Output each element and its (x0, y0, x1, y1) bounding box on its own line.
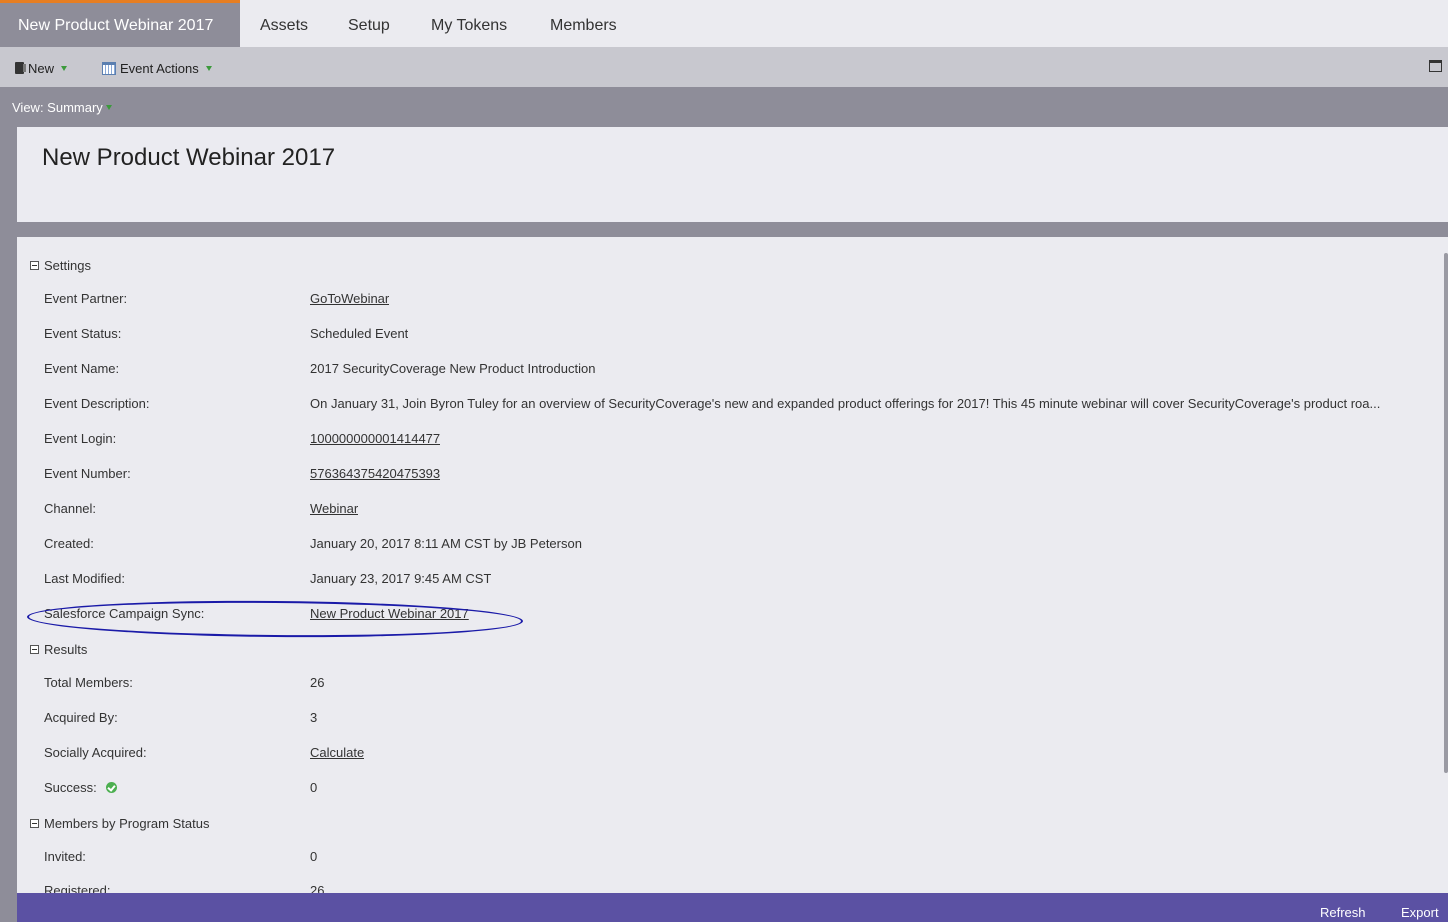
field-label: Event Number: (44, 466, 131, 481)
field-value: 0 (310, 780, 318, 795)
tab-assets[interactable]: Assets (260, 0, 308, 47)
field-value: 3 (310, 710, 318, 725)
row-event-name: Event Name: 2017 SecurityCoverage New Pr… (44, 361, 1434, 381)
page-title: New Product Webinar 2017 (42, 144, 336, 171)
field-value: 26 (310, 883, 325, 893)
refresh-button[interactable]: Refresh (1320, 905, 1366, 920)
toolbar: New Event Actions (0, 47, 1448, 87)
section-settings-label: Settings (44, 258, 91, 273)
tab-program-summary[interactable]: New Product Webinar 2017 (0, 0, 240, 47)
field-label: Event Login: (44, 431, 117, 446)
field-label: Success: (44, 780, 117, 795)
check-circle-icon (105, 782, 117, 793)
view-selector[interactable]: View: Summary (12, 100, 112, 115)
row-success: Success: 0 (44, 780, 1434, 800)
row-event-partner: Event Partner: GoToWebinar (44, 291, 1434, 311)
row-created: Created: January 20, 2017 8:11 AM CST by… (44, 536, 1434, 556)
field-value: Scheduled Event (310, 326, 409, 341)
program-header: New Product Webinar 2017 (17, 127, 1448, 222)
field-label: Event Name: (44, 361, 120, 376)
field-value: 0 (310, 849, 318, 864)
field-label: Salesforce Campaign Sync: (44, 606, 205, 621)
field-value: January 23, 2017 9:45 AM CST (310, 571, 492, 586)
field-label: Channel: (44, 501, 97, 516)
program-tab-bar: New Product Webinar 2017 Assets Setup My… (0, 0, 1448, 47)
field-value: On January 31, Join Byron Tuley for an o… (310, 396, 1381, 411)
field-value: 2017 SecurityCoverage New Product Introd… (310, 361, 596, 376)
collapse-icon[interactable] (30, 819, 39, 828)
chevron-down-icon (105, 105, 112, 110)
row-invited: Invited: 0 (44, 849, 1434, 869)
row-socially-acquired: Socially Acquired: Calculate (44, 745, 1434, 765)
tab-members[interactable]: Members (550, 0, 617, 47)
field-label: Registered: (44, 883, 111, 893)
collapse-icon[interactable] (30, 645, 39, 654)
row-event-description: Event Description: On January 31, Join B… (44, 396, 1434, 416)
row-last-modified: Last Modified: January 23, 2017 9:45 AM … (44, 571, 1434, 591)
program-summary-panel: Settings Event Partner: GoToWebinar Even… (17, 237, 1448, 893)
row-registered: Registered: 26 (44, 883, 1434, 893)
calculate-link[interactable]: Calculate (310, 745, 364, 760)
event-actions-label: Event Actions (120, 60, 199, 76)
event-login-link[interactable]: 100000000001414477 (310, 431, 440, 446)
row-event-login: Event Login: 100000000001414477 (44, 431, 1434, 451)
collapse-icon[interactable] (30, 261, 39, 270)
field-label: Total Members: (44, 675, 133, 690)
salesforce-campaign-link[interactable]: New Product Webinar 2017 (310, 606, 469, 621)
tab-setup[interactable]: Setup (348, 0, 390, 47)
section-results-label: Results (44, 642, 88, 657)
row-channel: Channel: Webinar (44, 501, 1434, 521)
event-number-link[interactable]: 576364375420475393 (310, 466, 440, 481)
section-members-by-status-label: Members by Program Status (44, 816, 210, 831)
field-value: January 20, 2017 8:11 AM CST by JB Peter… (310, 536, 582, 551)
field-label: Event Description: (44, 396, 150, 411)
chevron-down-icon (205, 65, 212, 71)
event-actions-button[interactable]: Event Actions (102, 59, 212, 77)
event-partner-link[interactable]: GoToWebinar (310, 291, 389, 306)
tab-my-tokens[interactable]: My Tokens (431, 0, 507, 47)
chevron-down-icon (61, 65, 68, 71)
section-results[interactable]: Results (30, 642, 87, 657)
row-acquired-by: Acquired By: 3 (44, 710, 1434, 730)
field-label: Created: (44, 536, 94, 551)
new-icon (15, 62, 26, 74)
field-label: Event Status: (44, 326, 122, 341)
success-label: Success: (44, 780, 97, 795)
field-label: Event Partner: (44, 291, 128, 306)
new-button[interactable]: New (15, 59, 68, 77)
field-label: Last Modified: (44, 571, 125, 586)
row-salesforce-campaign-sync: Salesforce Campaign Sync: New Product We… (44, 606, 1434, 626)
footer-bar: Refresh Export (17, 893, 1448, 922)
channel-link[interactable]: Webinar (310, 501, 358, 516)
row-event-status: Event Status: Scheduled Event (44, 326, 1434, 346)
calendar-icon (102, 61, 116, 75)
field-label: Invited: (44, 849, 86, 864)
view-selector-label: View: Summary (12, 100, 103, 115)
section-settings[interactable]: Settings (30, 258, 91, 273)
maximize-icon[interactable] (1429, 60, 1442, 72)
export-button[interactable]: Export (1401, 905, 1439, 920)
row-event-number: Event Number: 576364375420475393 (44, 466, 1434, 486)
vertical-scrollbar[interactable] (1444, 253, 1448, 773)
view-bar: View: Summary (0, 87, 1448, 127)
new-button-label: New (28, 60, 55, 76)
section-members-by-status[interactable]: Members by Program Status (30, 816, 209, 831)
field-label: Acquired By: (44, 710, 118, 725)
field-label: Socially Acquired: (44, 745, 147, 760)
field-value: 26 (310, 675, 325, 690)
row-total-members: Total Members: 26 (44, 675, 1434, 695)
